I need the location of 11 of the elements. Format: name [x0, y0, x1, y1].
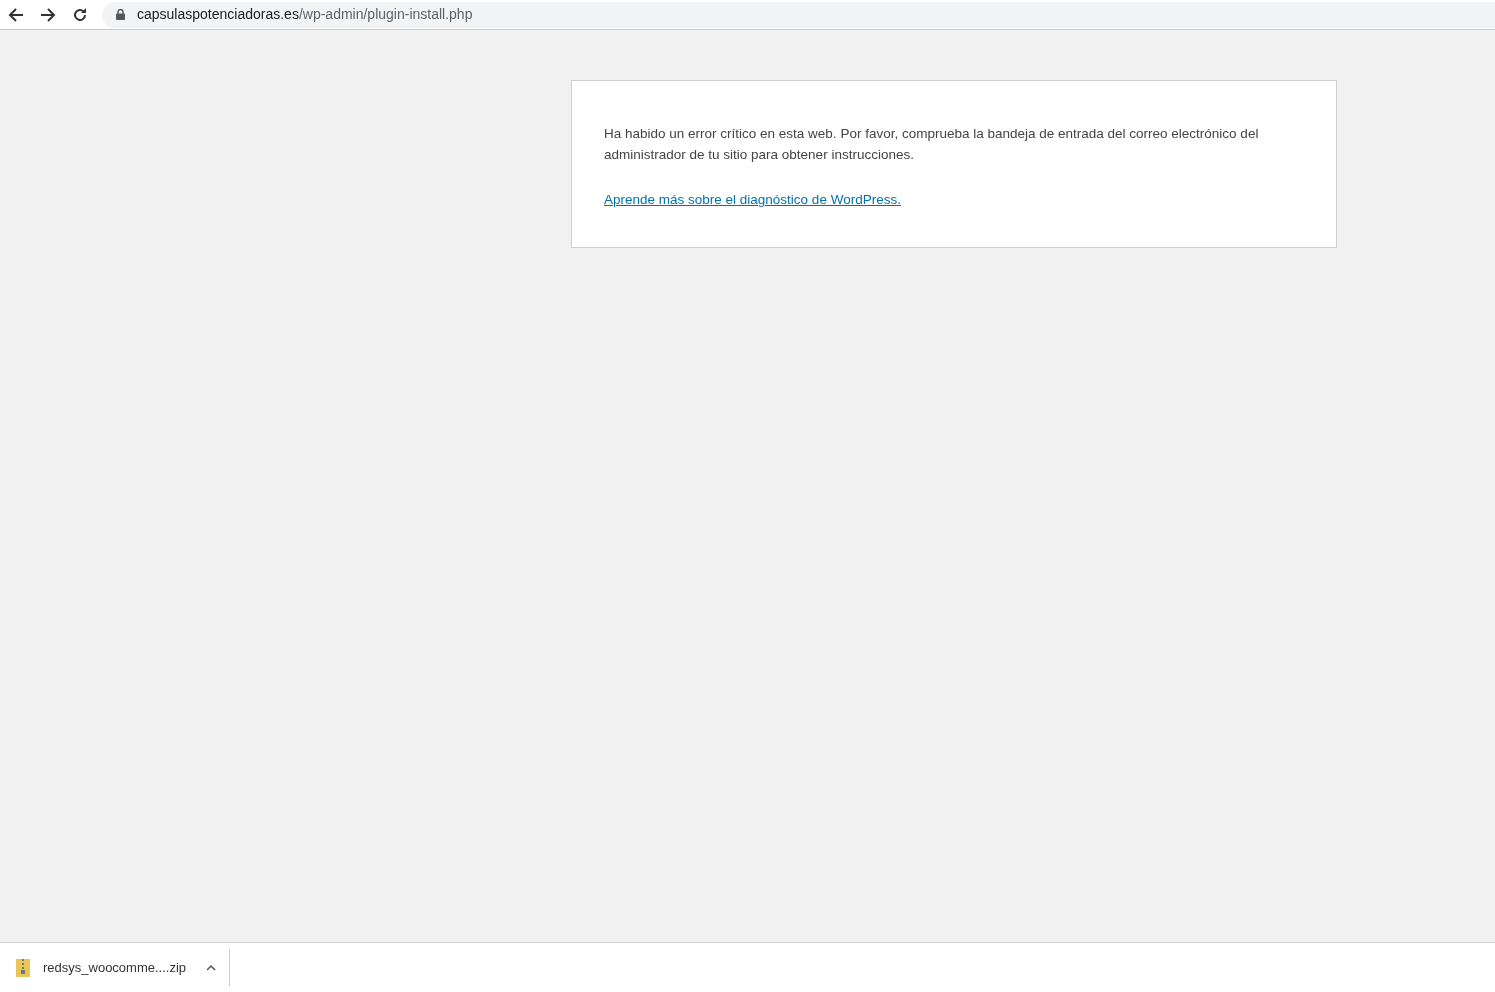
error-message: Ha habido un error crítico en esta web. Por favor, comprueba la bandeja de entrada del correo electrónico del administrador de tu sitio para obtener instrucciones. — [604, 125, 1260, 164]
back-icon[interactable] — [8, 6, 24, 23]
caret-icon[interactable] — [206, 964, 217, 971]
url-text[interactable]: capsulaspotenciadoras.es/wp-admin/plugin-install.php — [137, 4, 473, 25]
reload-icon[interactable] — [72, 6, 88, 23]
lock-icon — [116, 9, 125, 20]
forward-icon[interactable] — [40, 6, 56, 23]
zip-file-icon — [16, 958, 30, 977]
diagnostics-link[interactable]: Aprende más sobre el diagnóstico de WordPress. — [604, 190, 901, 211]
download-filename[interactable]: redsys_woocomme....zip — [43, 957, 187, 978]
address-bar[interactable]: capsulaspotenciadoras.es/wp-admin/plugin-install.php — [102, 1, 1495, 28]
